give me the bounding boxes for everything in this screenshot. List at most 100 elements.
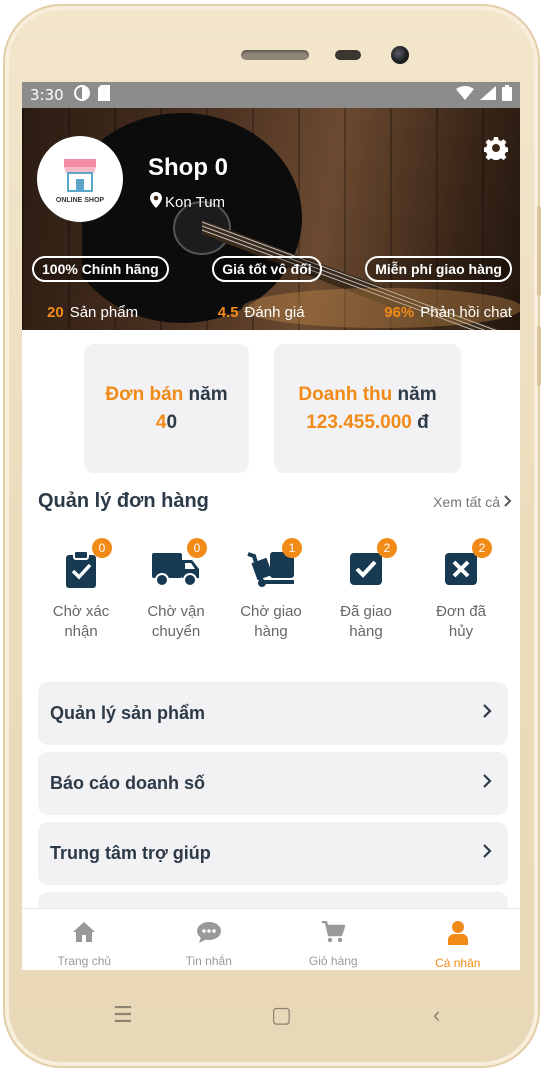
shop-logo-text: ONLINE SHOP — [55, 196, 105, 204]
user-icon — [447, 921, 468, 950]
volume-button — [537, 206, 541, 296]
orders-year-title: Đơn bán năm — [105, 384, 227, 406]
chevron-right-icon — [504, 494, 512, 510]
stat-products-label: Sản phẩm — [69, 304, 139, 321]
badge-free-shipping: Miễn phí giao hàng — [365, 256, 512, 282]
tab-cart[interactable]: Giỏ hàng — [271, 909, 396, 970]
order-status-label-line1: Đã giao — [340, 603, 392, 620]
settings-gear-icon[interactable] — [483, 136, 509, 165]
badge-genuine: 100% Chính hãng — [32, 256, 169, 282]
order-status-label: Chờ giao hàng — [240, 602, 302, 642]
order-status-label-line1: Chờ xác — [52, 603, 110, 620]
tab-label: Trang chủ — [57, 954, 112, 968]
orders-year-title-accent: Đơn bán — [105, 383, 184, 405]
wifi-icon — [456, 85, 474, 105]
orders-year-card[interactable]: Đơn bán năm 40 — [84, 344, 249, 473]
menu-item-label: Quản lý sản phẩm — [50, 703, 206, 723]
orders-year-value-accent: 4 — [155, 411, 167, 433]
check-square-icon: 2 — [341, 538, 397, 594]
shop-badges: 100% Chính hãng Giá tốt vô đối Miễn phí … — [32, 256, 512, 282]
home-icon — [72, 921, 96, 948]
truck-icon: 0 — [151, 538, 207, 594]
order-count-badge: 1 — [282, 538, 302, 558]
menu-item-label: Trung tâm trợ giúp — [50, 843, 211, 863]
orders-year-value: 40 — [156, 412, 177, 434]
shop-location: Kon Tum — [150, 192, 225, 212]
order-count-badge: 2 — [377, 538, 397, 558]
see-all-label: Xem tất cả — [433, 493, 500, 510]
shop-banner: ONLINE SHOP Shop 0 Kon Tum 100% Chính hã… — [22, 108, 520, 330]
revenue-year-card[interactable]: Doanh thu năm 123.455.000 đ — [274, 344, 461, 473]
shop-store-icon — [64, 158, 96, 192]
menu-item-label: Báo cáo doanh số — [50, 773, 206, 793]
revenue-year-title: Doanh thu năm — [298, 384, 436, 406]
shop-avatar[interactable]: ONLINE SHOP — [37, 136, 123, 222]
order-status-row: 0 Chờ xác nhận 0 Chờ vận chuyển 1 Chờ giao… — [36, 538, 506, 642]
order-status-label-line2: nhận — [64, 623, 98, 640]
tab-label: Cá nhân — [435, 956, 481, 970]
summary-cards: Đơn bán năm 40 Doanh thu năm 123.455.000… — [84, 344, 461, 473]
order-status-pending-delivery[interactable]: 1 Chờ giao hàng — [226, 538, 316, 642]
stat-chat-label: Phản hồi chat — [420, 304, 512, 321]
clipboard-check-icon: 0 — [56, 538, 112, 594]
order-management-header: Quản lý đơn hàng Xem tất cả — [38, 490, 512, 513]
see-all-link[interactable]: Xem tất cả — [433, 494, 512, 510]
orders-year-value-rest: 0 — [166, 411, 178, 433]
home-button-icon[interactable]: ▢ — [271, 1000, 292, 1030]
tab-home[interactable]: Trang chủ — [22, 909, 147, 970]
stat-rating: 4.5 Đánh giá — [218, 304, 305, 321]
shop-name: Shop 0 — [148, 154, 229, 181]
orders-year-title-rest: năm — [183, 383, 228, 405]
order-status-label-line2: hàng — [349, 623, 383, 640]
guitar-background-image — [82, 113, 520, 330]
status-bar: 3:30 — [22, 82, 520, 108]
order-status-delivered[interactable]: 2 Đã giao hàng — [321, 538, 411, 642]
badge-best-price: Giá tốt vô đối — [212, 256, 322, 282]
chevron-right-icon — [482, 773, 492, 794]
stat-products-value: 20 — [47, 304, 64, 321]
back-icon[interactable]: ‹ — [433, 1000, 440, 1030]
order-status-pending-shipping[interactable]: 0 Chờ vận chuyển — [131, 538, 221, 642]
revenue-year-value-accent: 123.455.000 — [306, 411, 412, 433]
order-status-label: Đã giao hàng — [340, 602, 392, 642]
revenue-year-value: 123.455.000 đ — [306, 412, 429, 434]
order-count-badge: 0 — [187, 538, 207, 558]
stat-rating-label: Đánh giá — [244, 304, 305, 321]
order-status-cancelled[interactable]: 2 Đơn đã hủy — [416, 538, 506, 642]
tab-profile[interactable]: Cá nhân — [396, 909, 521, 970]
order-management-title: Quản lý đơn hàng — [38, 490, 209, 512]
order-count-badge: 2 — [472, 538, 492, 558]
app-screen: 3:30 ONLINE SHOP Shop 0 Kon Tum 100% Chí… — [22, 82, 520, 970]
power-button — [537, 326, 541, 386]
chat-icon — [196, 921, 222, 948]
cart-icon — [321, 920, 346, 948]
bottom-tab-bar: Trang chủ Tin nhắn Giỏ hàng Cá nhân — [22, 908, 520, 970]
location-text: Kon Tum — [165, 193, 226, 211]
front-camera — [391, 46, 409, 64]
stat-chat-value: 96% — [384, 304, 415, 321]
sd-card-icon — [97, 84, 110, 106]
stat-chat-response: 96% Phản hồi chat — [384, 304, 512, 321]
order-status-label-line2: chuyển — [151, 623, 201, 640]
order-status-label-line1: Đơn đã — [436, 603, 486, 620]
revenue-year-title-rest: năm — [392, 383, 437, 405]
chevron-right-icon — [482, 843, 492, 864]
menu-icon[interactable]: ☰ — [113, 1000, 133, 1030]
menu-item-sales-report[interactable]: Báo cáo doanh số — [38, 752, 508, 815]
order-status-label-line1: Chờ giao — [240, 603, 302, 620]
menu-item-help-center[interactable]: Trung tâm trợ giúp — [38, 822, 508, 885]
data-saver-icon — [73, 84, 90, 106]
location-pin-icon — [150, 192, 162, 212]
revenue-year-title-accent: Doanh thu — [298, 383, 393, 405]
revenue-year-value-rest: đ — [411, 411, 429, 433]
tab-messages[interactable]: Tin nhắn — [147, 909, 272, 970]
order-status-pending-confirm[interactable]: 0 Chờ xác nhận — [36, 538, 126, 642]
order-status-label-line1: Chờ vận — [147, 603, 205, 620]
status-time: 3:30 — [30, 86, 64, 104]
hardware-nav-bar: ☰ ▢ ‹ — [5, 1000, 538, 1030]
menu-item-product-management[interactable]: Quản lý sản phẩm — [38, 682, 508, 745]
proximity-sensor — [335, 50, 361, 60]
order-count-badge: 0 — [92, 538, 112, 558]
order-status-label: Chờ xác nhận — [53, 602, 110, 642]
order-status-label: Chờ vận chuyển — [147, 602, 204, 642]
